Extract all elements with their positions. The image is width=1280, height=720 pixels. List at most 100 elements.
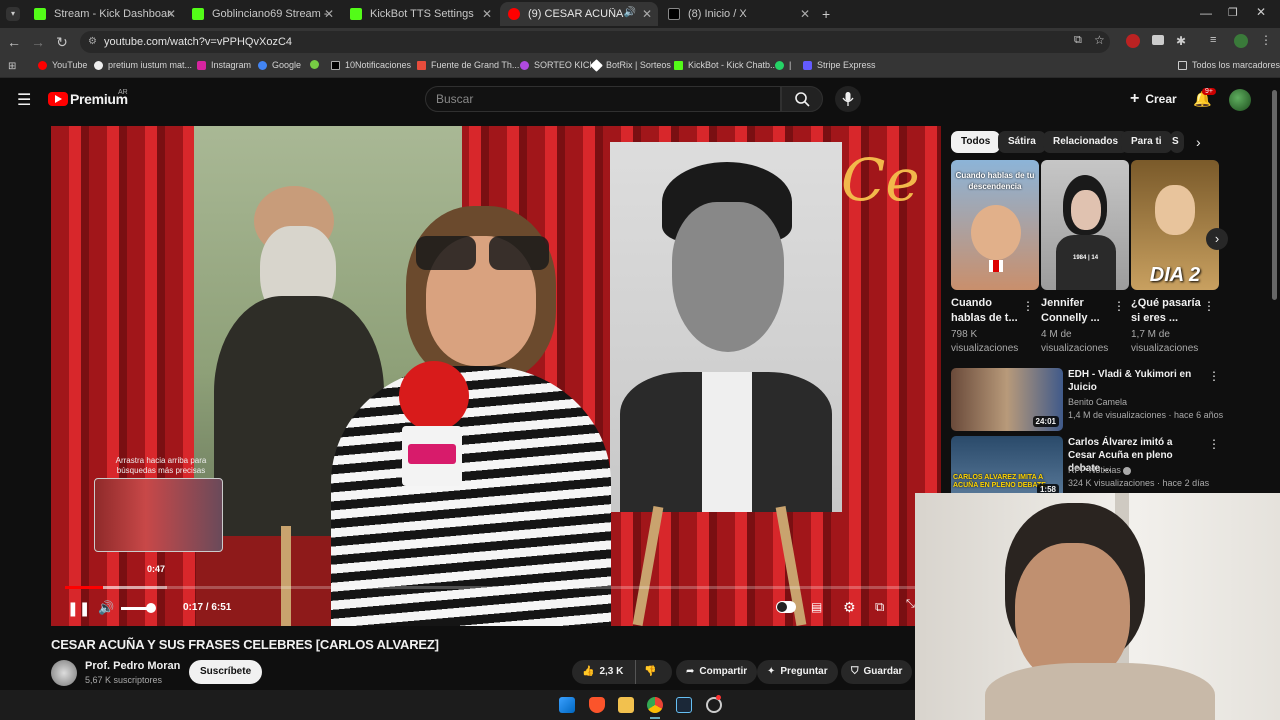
brave-browser-icon[interactable]: [589, 697, 605, 713]
steam-icon[interactable]: [676, 697, 692, 713]
browser-tabbar: ▾ Stream - Kick Dashboard ✕ Goblinciano6…: [0, 0, 1280, 28]
url-bar[interactable]: ⚙ youtube.com/watch?v=vPPHQvXozC4: [80, 31, 1110, 53]
bookmark-stripe[interactable]: Stripe Express: [803, 60, 876, 70]
bookmark-google[interactable]: Google: [258, 60, 301, 70]
video-thumbnail[interactable]: CARLOS ALVAREZ IMITA A ACUÑA EN PLENO DE…: [951, 436, 1063, 499]
close-icon[interactable]: ✕: [166, 7, 176, 21]
file-explorer-icon[interactable]: [618, 697, 634, 713]
tab-kickbot-tts[interactable]: KickBot TTS Settings ✕: [342, 2, 498, 26]
video-channel[interactable]: RPP Noticias: [1068, 465, 1121, 475]
portrait-right: [610, 142, 842, 512]
extensions-puzzle-icon[interactable]: ✱: [1176, 34, 1186, 48]
short-title[interactable]: Cuando hablas de t...: [951, 296, 1027, 326]
pause-icon[interactable]: ❚❚: [67, 600, 90, 617]
volume-slider-handle[interactable]: [146, 603, 156, 613]
channel-avatar[interactable]: [51, 660, 77, 686]
tab-kick-stream[interactable]: Goblinciano69 Stream - Watch ✕: [184, 2, 340, 26]
bookmark-botrix[interactable]: BotRix | Sorteos: [590, 58, 671, 72]
settings-gear-icon[interactable]: ⚙: [843, 599, 856, 616]
media-control-icon[interactable]: ≡: [1210, 34, 1216, 46]
video-thumbnail[interactable]: 24:01: [951, 368, 1063, 431]
close-icon[interactable]: ✕: [642, 7, 652, 21]
all-bookmarks[interactable]: Todos los marcadores: [1178, 60, 1280, 70]
avatar[interactable]: [1229, 89, 1251, 111]
autoplay-toggle[interactable]: [776, 601, 796, 613]
ask-button[interactable]: ✦ Preguntar: [757, 660, 838, 684]
create-button[interactable]: + Crear: [1130, 90, 1177, 108]
menu-kebab-icon[interactable]: ⋮: [1260, 33, 1272, 47]
progress-bar[interactable]: [65, 586, 915, 589]
chrome-icon[interactable]: [647, 697, 663, 713]
profile-avatar-icon[interactable]: [1234, 34, 1248, 48]
page-scrollbar[interactable]: [1272, 90, 1277, 300]
save-button[interactable]: ⛉ Guardar: [841, 660, 913, 684]
more-options-icon[interactable]: ⋮: [1022, 299, 1034, 313]
tab-search-icon[interactable]: ▾: [6, 7, 20, 21]
hamburger-menu-icon[interactable]: ☰: [17, 90, 31, 110]
bookmark-youtube[interactable]: YouTube: [38, 60, 87, 70]
tab-youtube-active[interactable]: (9) CESAR ACUÑA Y SUS FR 🔊 ✕: [500, 2, 658, 26]
close-icon[interactable]: ✕: [482, 7, 492, 21]
maximize-button[interactable]: ❐: [1228, 6, 1238, 19]
speaker-icon[interactable]: 🔊: [624, 7, 636, 18]
volume-icon[interactable]: 🔊: [98, 600, 114, 616]
chip-todos[interactable]: Todos: [951, 131, 1001, 153]
short-title[interactable]: Jennifer Connelly ...: [1041, 296, 1117, 326]
site-info-icon[interactable]: ⚙: [88, 31, 97, 53]
chip-more[interactable]: S: [1170, 131, 1184, 153]
voice-search-button[interactable]: [835, 86, 861, 112]
bookmark-star-icon[interactable]: ☆: [1094, 33, 1105, 47]
bookmark-pretium[interactable]: pretium iustum mat...: [94, 60, 192, 70]
bookmark-fuente[interactable]: Fuente de Grand Th...: [417, 60, 519, 70]
close-icon[interactable]: ✕: [324, 7, 334, 21]
more-options-icon[interactable]: ⋮: [1203, 299, 1215, 313]
search-button[interactable]: [781, 86, 823, 112]
more-options-icon[interactable]: ⋮: [1208, 437, 1220, 451]
thumb-down-icon[interactable]: 👎: [635, 660, 657, 684]
short-thumbnail[interactable]: Cuando hablas de tu descendencia: [951, 160, 1039, 290]
bookmark-extension[interactable]: [310, 60, 324, 69]
channel-name[interactable]: Prof. Pedro Moran: [85, 660, 180, 672]
bookmark-notifications[interactable]: 10Notificaciones: [331, 60, 411, 70]
minimize-button[interactable]: —: [1200, 6, 1212, 20]
reload-icon[interactable]: ↻: [54, 34, 70, 51]
apps-grid-icon[interactable]: ⊞: [8, 61, 16, 72]
bookmark-whatsapp[interactable]: |: [775, 60, 791, 70]
forward-icon[interactable]: →: [30, 34, 46, 50]
close-window-button[interactable]: ✕: [1256, 5, 1266, 19]
short-title[interactable]: ¿Qué pasaría si eres ...: [1131, 296, 1207, 326]
chip-para-ti[interactable]: Para ti: [1121, 131, 1172, 153]
tab-x-home[interactable]: (8) Inicio / X ✕: [660, 2, 816, 26]
new-tab-button[interactable]: +: [822, 6, 830, 22]
chevron-right-icon[interactable]: ›: [1196, 134, 1201, 150]
extension-icon[interactable]: [1126, 34, 1140, 48]
like-button[interactable]: 👍 2,3 K: [582, 660, 623, 684]
video-channel[interactable]: Benito Camela: [1068, 396, 1228, 409]
miniplayer-icon[interactable]: ⧉: [875, 599, 884, 615]
extension-icon[interactable]: [1152, 35, 1164, 45]
video-channel-row[interactable]: RPP Noticias: [1068, 464, 1228, 477]
bookmark-instagram[interactable]: Instagram: [197, 60, 251, 70]
bookmark-sorteo[interactable]: SORTEO KICK: [520, 60, 595, 70]
video-title[interactable]: EDH - Vladi & Yukimori en Juicio: [1068, 368, 1198, 394]
video-player[interactable]: Ce Arrastra hacia arriba para búsquedas …: [51, 126, 941, 626]
chip-satira[interactable]: Sátira: [998, 131, 1046, 153]
short-thumbnail[interactable]: DIA 2: [1131, 160, 1219, 290]
share-button[interactable]: ➦ Compartir: [676, 660, 758, 684]
tab-kick-dashboard[interactable]: Stream - Kick Dashboard ✕: [26, 2, 182, 26]
search-input[interactable]: Buscar: [425, 86, 781, 112]
install-icon[interactable]: ⧉: [1074, 34, 1082, 47]
subscribe-button[interactable]: Suscríbete: [189, 660, 263, 684]
more-options-icon[interactable]: ⋮: [1208, 369, 1220, 383]
shorts-next-button[interactable]: ›: [1206, 228, 1228, 250]
youtube-logo-icon[interactable]: [48, 92, 68, 106]
chip-relacionados[interactable]: Relacionados: [1043, 131, 1129, 153]
subtitles-icon[interactable]: ▤: [811, 600, 822, 614]
close-icon[interactable]: ✕: [800, 7, 810, 21]
bookmark-kickbot[interactable]: KickBot - Kick Chatb...: [674, 60, 778, 70]
short-thumbnail[interactable]: 1984 | 14: [1041, 160, 1129, 290]
windows-start-icon[interactable]: [559, 697, 575, 713]
back-icon[interactable]: ←: [6, 34, 22, 50]
more-options-icon[interactable]: ⋮: [1113, 299, 1125, 313]
fullscreen-icon[interactable]: ⤡: [906, 598, 915, 611]
